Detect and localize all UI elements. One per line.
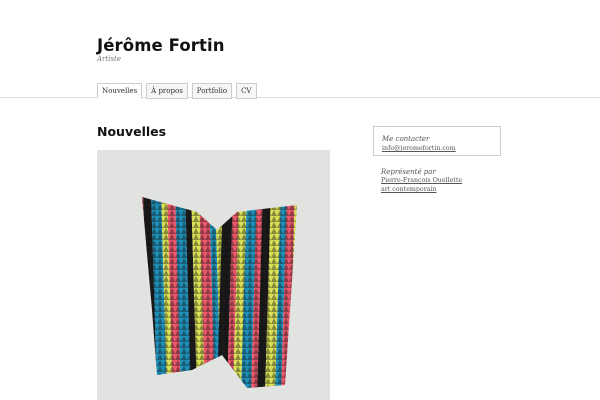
contact-widget-title: Me contacter [382, 135, 430, 143]
gallery-link-subtitle[interactable]: art contemporain [381, 186, 511, 194]
nav-tab-cv[interactable]: CV [236, 83, 257, 99]
artwork-image[interactable] [97, 150, 330, 400]
nav-tab-a-propos[interactable]: À propos [146, 83, 188, 99]
nav-tab-portfolio[interactable]: Portfolio [191, 83, 233, 99]
artwork-stripe [299, 190, 311, 395]
gallery-link-name[interactable]: Pierre-François Ouellette [381, 177, 511, 185]
page-title: Nouvelles [97, 124, 167, 139]
contact-email-link[interactable]: info@jeromefortin.com [382, 145, 492, 152]
nav-tab-nouvelles[interactable]: Nouvelles [97, 83, 143, 99]
main-nav: Nouvelles À propos Portfolio CV [97, 83, 261, 99]
contact-widget: Me contacter info@jeromefortin.com [373, 126, 501, 156]
representation-widget-title: Représenté par [381, 168, 436, 176]
site-title[interactable]: Jérôme Fortin [97, 36, 225, 55]
representation-widget: Représenté par Pierre-François Ouellette… [381, 168, 511, 194]
artwork-graphic [142, 190, 311, 395]
site-description: Artiste [97, 55, 122, 63]
header-divider [0, 97, 600, 98]
